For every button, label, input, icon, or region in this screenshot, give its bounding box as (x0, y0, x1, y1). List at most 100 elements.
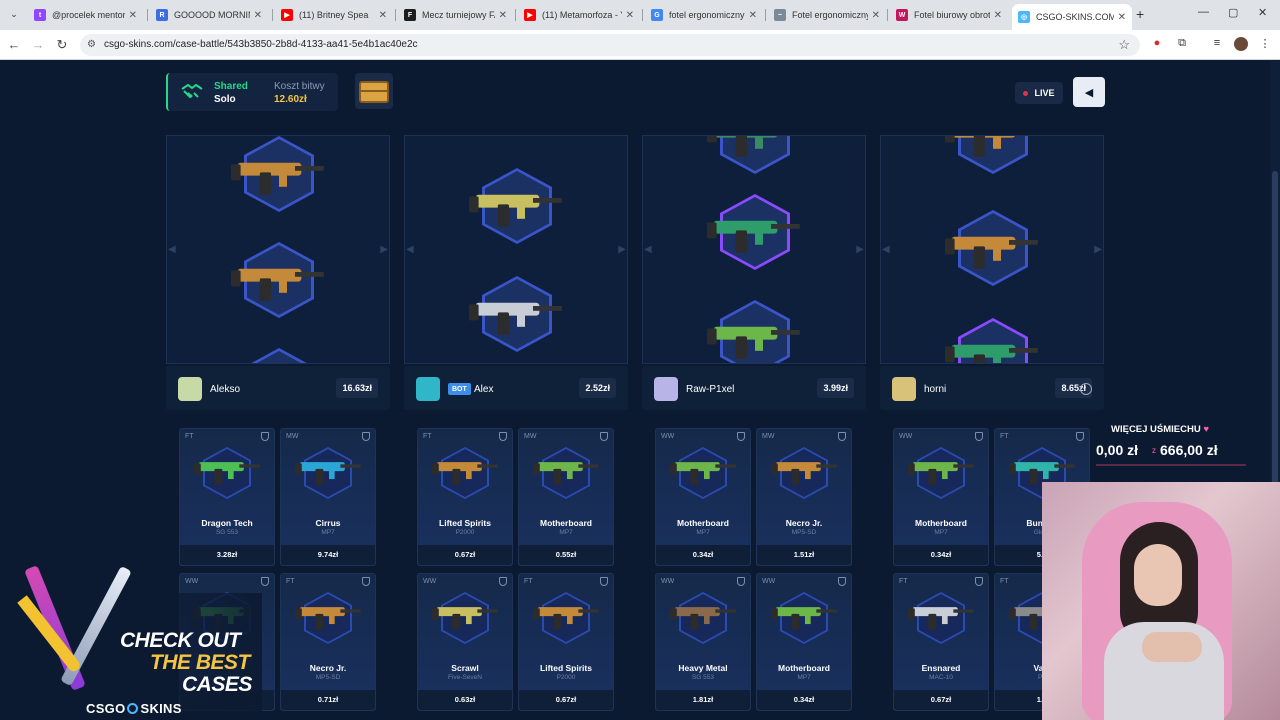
player-total: 3.99zł (817, 378, 854, 398)
close-tab-icon[interactable]: ✕ (129, 10, 137, 21)
shield-icon[interactable] (261, 432, 269, 441)
browser-tab[interactable]: W Fotel biurowy obroto ✕ (890, 4, 1008, 26)
item-condition: FT (286, 578, 295, 585)
item-name: Lifted Spirits (540, 663, 592, 673)
shield-icon[interactable] (499, 577, 507, 586)
player-avatar[interactable] (892, 377, 916, 401)
bookmark-star-icon[interactable]: ☆ (1118, 37, 1130, 53)
item-name: Necro Jr. (785, 518, 823, 528)
item-weapon-type: MP7 (696, 529, 710, 536)
reel-right-marker-icon: ▶ (1094, 244, 1102, 255)
player-name[interactable]: Raw-P1xel (686, 384, 734, 395)
tab-separator (147, 9, 148, 21)
won-item-card[interactable]: MW Motherboard MP7 0.55zł (518, 428, 614, 566)
browser-tab[interactable]: R GOOOOD MORNING ✕ (150, 4, 268, 26)
shield-icon[interactable] (1076, 432, 1084, 441)
browser-tab[interactable]: ~ Fotel ergonomiczny T ✕ (768, 4, 886, 26)
item-name: Scrawl (451, 663, 479, 673)
emoji-reaction-icon[interactable] (1080, 383, 1092, 395)
player-bar: horni 8.65zł (880, 366, 1104, 410)
tab-separator (395, 9, 396, 21)
shield-icon[interactable] (261, 577, 269, 586)
close-tab-icon[interactable]: ✕ (379, 10, 387, 21)
shield-icon[interactable] (975, 577, 983, 586)
shield-icon[interactable] (838, 432, 846, 441)
handshake-icon (180, 81, 204, 103)
browser-tab[interactable]: ▶ (11) Britney Spea ✕ (275, 4, 393, 26)
shield-icon[interactable] (499, 432, 507, 441)
reload-icon[interactable]: ↻ (54, 37, 70, 53)
shield-icon[interactable] (838, 577, 846, 586)
live-button[interactable]: LIVE (1015, 82, 1063, 104)
close-tab-icon[interactable]: ✕ (626, 10, 634, 21)
close-window-icon[interactable]: ✕ (1258, 6, 1267, 19)
close-tab-icon[interactable]: ✕ (749, 10, 757, 21)
item-price: 0.34zł (757, 690, 851, 710)
browser-tab[interactable]: ◎ CSGO-SKINS.COM - I ✕ (1012, 4, 1132, 30)
forward-icon[interactable]: → (30, 37, 46, 52)
item-name: Motherboard (540, 518, 592, 528)
player-name[interactable]: horni (924, 384, 946, 395)
player-avatar[interactable] (178, 377, 202, 401)
browser-tab[interactable]: Gfotel ergonomiczny - ✕ (645, 4, 763, 26)
player-bar: Alekso 16.63zł (166, 366, 390, 410)
minimize-icon[interactable]: — (1198, 6, 1209, 18)
reel-weapon-image (231, 256, 327, 309)
won-item-card[interactable]: WW Heavy Metal SG 553 1.81zł (655, 573, 751, 711)
won-item-card[interactable]: FT Lifted Spirits P2000 0.67zł (417, 428, 513, 566)
extensions-puzzle-icon[interactable]: ⧉ (1175, 37, 1189, 51)
close-tab-icon[interactable]: ✕ (499, 10, 507, 21)
won-item-card[interactable]: WW Motherboard MP7 0.34zł (655, 428, 751, 566)
new-tab-button[interactable]: + (1136, 6, 1144, 22)
tab-search-chevron-icon[interactable]: ⌄ (6, 6, 22, 22)
won-item-card[interactable]: MW Necro Jr. MP5-SD 1.51zł (756, 428, 852, 566)
browser-menu-icon[interactable]: ⋮ (1258, 37, 1272, 51)
close-tab-icon[interactable]: ✕ (994, 10, 1002, 21)
shield-icon[interactable] (975, 432, 983, 441)
shield-icon[interactable] (737, 432, 745, 441)
won-item-card[interactable]: WW Motherboard MP7 0.34zł (893, 428, 989, 566)
item-price: 0.34zł (894, 545, 988, 565)
item-weapon-type: MP7 (934, 529, 948, 536)
media-control-icon[interactable]: ≡ (1210, 37, 1224, 51)
won-item-card[interactable]: MW Cirrus MP7 9.74zł (280, 428, 376, 566)
browser-tab[interactable]: ▶ (11) Metamorfoza - Y ✕ (518, 4, 640, 26)
shield-icon[interactable] (600, 432, 608, 441)
player-avatar[interactable] (654, 377, 678, 401)
sound-toggle-icon[interactable]: ◀ (1073, 77, 1105, 107)
won-item-card[interactable]: FT Lifted Spirits P2000 0.67zł (518, 573, 614, 711)
item-price: 0.34zł (656, 545, 750, 565)
won-item-card[interactable]: FT Dragon Tech SG 553 3.28zł (179, 428, 275, 566)
browser-tab[interactable]: F Mecz turniejowy FACE ✕ (398, 4, 513, 26)
player-name[interactable]: Alex (474, 384, 493, 395)
shield-icon[interactable] (362, 577, 370, 586)
won-item-card[interactable]: WW Scrawl Five-SeveN 0.63zł (417, 573, 513, 711)
browser-tab[interactable]: t @procelek mentor ✕ (28, 4, 143, 26)
bot-avatar[interactable] (416, 377, 440, 401)
item-weapon-image (533, 598, 601, 637)
address-bar[interactable]: ⚙ csgo-skins.com/case-battle/543b3850-2b… (80, 34, 1140, 56)
item-weapon-image (771, 598, 839, 637)
item-condition: WW (899, 433, 913, 440)
player-name[interactable]: Alekso (210, 384, 240, 395)
item-weapon-image (295, 453, 363, 492)
case-chest-icon[interactable] (355, 73, 393, 109)
item-name: Lifted Spirits (439, 518, 491, 528)
shield-icon[interactable] (362, 432, 370, 441)
item-weapon-image (432, 598, 500, 637)
won-item-card[interactable]: FT Necro Jr. MP5-SD 0.71zł (280, 573, 376, 711)
close-tab-icon[interactable]: ✕ (872, 10, 880, 21)
promo-line-2: THE BEST (150, 651, 250, 674)
shield-icon[interactable] (600, 577, 608, 586)
won-item-card[interactable]: WW Motherboard MP7 0.34zł (756, 573, 852, 711)
close-tab-icon[interactable]: ✕ (1118, 12, 1126, 23)
shield-icon[interactable] (737, 577, 745, 586)
extension-icon[interactable]: ● (1150, 37, 1164, 51)
profile-avatar[interactable] (1234, 37, 1248, 51)
site-info-icon[interactable]: ⚙ (87, 39, 96, 50)
won-item-card[interactable]: FT Ensnared MAC-10 0.67zł (893, 573, 989, 711)
back-icon[interactable]: ← (6, 37, 22, 52)
item-condition: FT (524, 578, 533, 585)
restore-icon[interactable]: ▢ (1228, 6, 1238, 19)
close-tab-icon[interactable]: ✕ (254, 10, 262, 21)
